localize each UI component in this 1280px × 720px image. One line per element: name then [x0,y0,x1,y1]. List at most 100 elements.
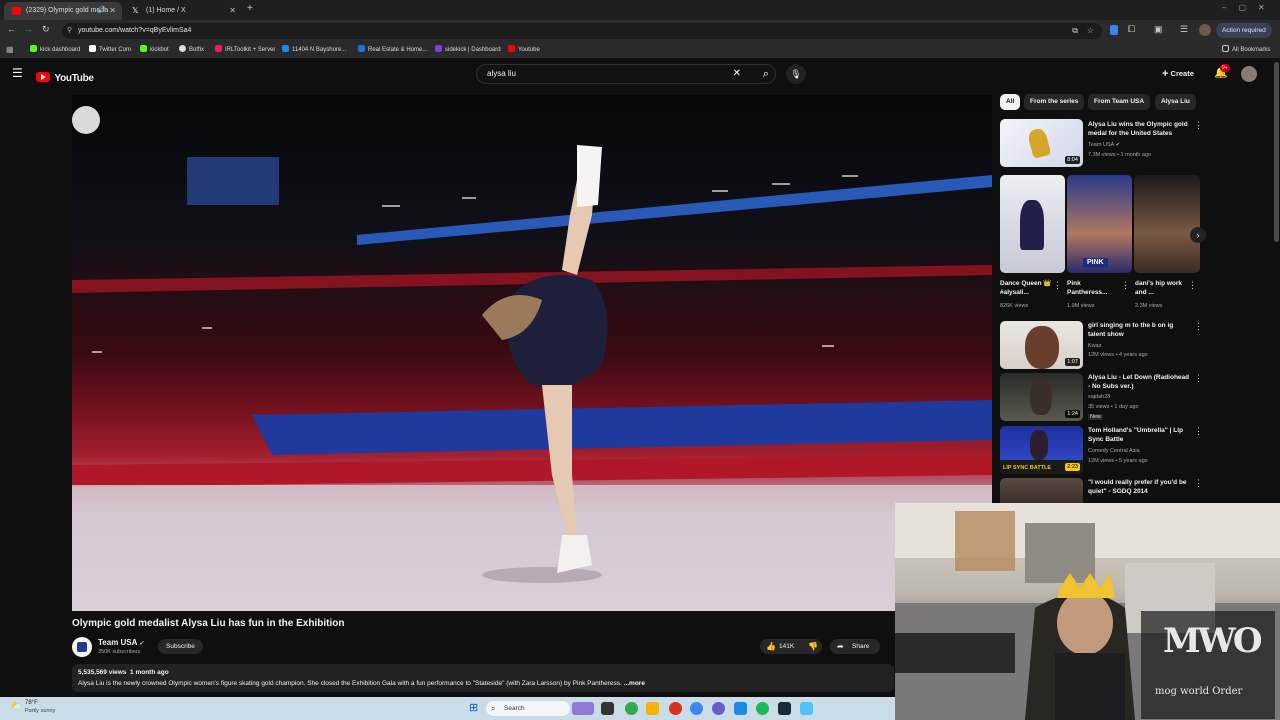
steam-icon[interactable] [778,702,791,715]
channel-name[interactable]: Kwaz [1088,343,1101,349]
bookmark-item[interactable]: Botfix [179,42,204,58]
more-options-icon[interactable]: ⋮ [1194,120,1203,131]
more-options-icon[interactable]: ⋮ [1053,280,1062,291]
file-explorer-icon[interactable] [646,702,659,715]
tab-x[interactable]: 𝕏 (1) Home / X ✕ [124,2,242,20]
short-title[interactable]: Dance Queen 👑 #alysali... [1000,279,1052,297]
chrome-icon[interactable] [625,702,638,715]
account-avatar[interactable] [1241,66,1257,82]
description-box[interactable]: 5,535,569 views 1 month ago Alysa Liu is… [72,664,894,692]
bookmark-item[interactable]: kickbot [140,42,169,58]
task-view-icon[interactable] [601,702,614,715]
bookmark-item[interactable]: IRLToolkit + Server [215,42,275,58]
dislike-thumb-icon[interactable]: 👎 [808,639,818,654]
speaker-icon[interactable]: 🔊 [97,2,106,20]
channel-avatar[interactable] [72,637,92,657]
bookmark-item[interactable]: Real Estate & Home... [358,42,427,58]
window-controls[interactable]: –▢✕ [1222,3,1277,12]
page-scrollbar[interactable] [1274,62,1279,242]
short-title[interactable]: Pink Pantheress... [1067,279,1122,297]
shelf-next-chevron-icon[interactable]: › [1190,227,1206,243]
search-input[interactable]: alysa liu ✕ ⌕ [476,64,776,84]
more-options-icon[interactable]: ⋮ [1194,426,1203,437]
channel-name[interactable]: Team USA ✔ [98,638,144,647]
taskbar-search[interactable]: ⌕ Search [486,701,570,716]
new-tab-icon[interactable]: + [247,3,253,14]
youtube-wordmark: YouTube [54,73,94,84]
video-thumbnail[interactable]: LIP SYNC BATTLE 2:23 [1000,426,1083,474]
bookmark-label: Youtube [518,47,540,53]
menu-lines-icon[interactable]: ☰ [1180,24,1188,35]
short-title[interactable]: dani's hip work and ... [1135,279,1185,297]
browser-icon[interactable] [690,702,703,715]
copilot-icon[interactable] [572,702,594,715]
create-button[interactable]: + Create [1162,68,1194,80]
tab-youtube[interactable]: (2329) Olympic gold meda 🔊 ✕ [4,2,122,20]
video-player[interactable] [72,95,992,611]
channel-name[interactable]: sajdah28 [1088,394,1110,400]
like-count[interactable]: 141K [779,639,794,654]
description-body: Alysa Liu is the newly crowned Olympic w… [78,680,622,687]
short-thumbnail[interactable]: PINK [1067,175,1132,273]
close-tab-icon[interactable]: ✕ [109,2,116,20]
voice-search-mic-icon[interactable]: 🎙 [786,64,806,84]
app-icon[interactable] [669,702,682,715]
chip-from-team-usa[interactable]: From Team USA [1088,94,1151,110]
video-thumbnail[interactable]: 8:04 [1000,119,1083,167]
url-bar[interactable]: ⚲ youtube.com/watch?v=qByEvlimSa4 ☆ ⧉ [62,23,1102,39]
channel-name[interactable]: Comedy Central Asia [1088,448,1140,454]
action-required-button[interactable]: Action required [1216,23,1272,38]
bookmark-label: sidekick | Dashboard [445,47,501,53]
video-title: Tom Holland's "Umbrella" | Lip Sync Batt… [1088,427,1183,443]
more-options-icon[interactable]: ⋮ [1188,280,1197,291]
hamburger-menu-icon[interactable]: ☰ [12,66,23,80]
subscribe-button[interactable]: Subscribe [158,639,203,654]
back-icon[interactable]: ← [7,24,16,34]
sidebar-icon[interactable]: ▣ [1154,24,1163,35]
video-thumbnail[interactable]: 1:24 [1000,373,1083,421]
spotify-icon[interactable] [756,702,769,715]
all-bookmarks[interactable]: All Bookmarks [1222,42,1270,58]
discord-icon[interactable] [712,702,725,715]
search-icon[interactable]: ⌕ [763,65,769,83]
bookmark-item[interactable]: 11404 N Bayshore... [282,42,346,58]
weather-sun-icon[interactable]: ⛅ [10,701,22,712]
extensions-puzzle-icon[interactable]: ⧠ [1128,24,1135,35]
chip-all[interactable]: All [1000,94,1021,110]
extension-icon[interactable] [1110,25,1118,35]
forward-icon[interactable]: → [24,24,33,34]
bookmark-item[interactable]: Twitter Com [89,42,131,58]
reload-icon[interactable]: ↻ [42,24,50,35]
close-tab-icon[interactable]: ✕ [229,2,236,20]
windows-start-icon[interactable]: ⊞ [469,702,478,714]
site-info-icon[interactable]: ⚲ [67,23,72,39]
like-thumb-icon[interactable]: 👍 [766,639,776,654]
chip-alysa-liu[interactable]: Alysa Liu [1155,94,1196,110]
share-button[interactable]: ➦ Share [830,639,880,654]
more-options-icon[interactable]: ⋮ [1194,321,1203,332]
bookmark-item[interactable]: sidekick | Dashboard [435,42,501,58]
more-options-icon[interactable]: ⋮ [1194,478,1203,489]
video-thumbnail[interactable]: 1:07 [1000,321,1083,369]
lip-sync-battle-logo: LIP SYNC BATTLE [1003,465,1052,471]
short-thumbnail[interactable] [1000,175,1065,273]
chip-from-series[interactable]: From the series [1024,94,1085,110]
browser-tab-bar: (2329) Olympic gold meda 🔊 ✕ 𝕏 (1) Home … [0,0,1280,20]
channel-name[interactable]: Team USA ✔ [1088,142,1120,148]
profile-avatar[interactable] [1199,24,1211,36]
short-thumbnail[interactable] [1134,175,1200,273]
bookmark-star-icon[interactable]: ☆ [1087,23,1094,39]
more-options-icon[interactable]: ⋮ [1194,373,1203,384]
app-icon[interactable] [800,702,813,715]
calculator-icon[interactable] [734,702,747,715]
short-views: 826K views [1000,303,1029,309]
bookmark-item[interactable]: kick dashboard [30,42,80,58]
clear-search-icon[interactable]: ✕ [733,65,741,83]
bookmark-item[interactable]: Youtube [508,42,540,58]
video-thumbnail[interactable] [1000,478,1083,503]
youtube-logo[interactable]: YouTube [36,68,94,86]
cast-icon[interactable]: ⧉ [1072,23,1078,39]
more-options-icon[interactable]: ⋮ [1121,280,1130,291]
description-more-link[interactable]: ...more [624,680,645,687]
apps-grid-icon[interactable]: ▦ [6,45,14,55]
